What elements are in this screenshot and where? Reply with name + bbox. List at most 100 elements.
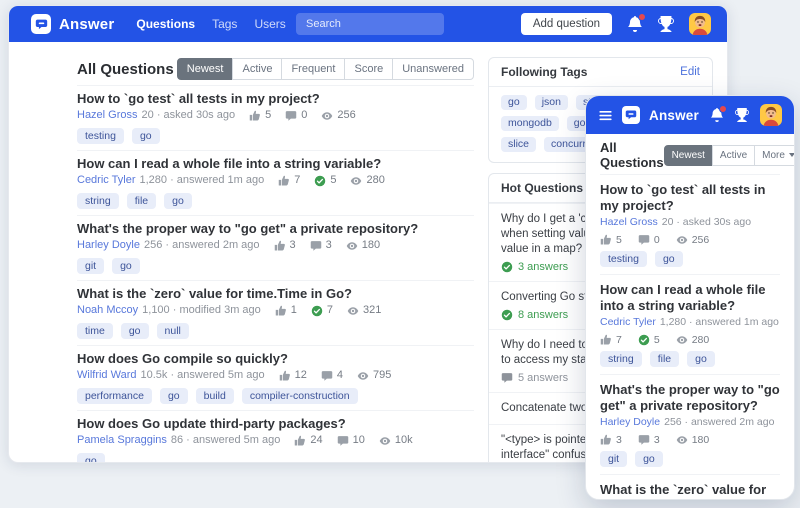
avatar[interactable] [760, 104, 782, 126]
filter-newest[interactable]: Newest [663, 144, 713, 166]
author-link[interactable]: Pamela Spraggins [77, 434, 167, 447]
author-link[interactable]: Noah Mccoy [77, 304, 138, 317]
answer-logo-icon[interactable] [31, 14, 51, 34]
tag-chip[interactable]: mongodb [501, 116, 559, 131]
comments-stat: 3 [638, 434, 660, 446]
check-circle-icon [638, 334, 650, 346]
question-title[interactable]: How can I read a whole file into a strin… [77, 157, 474, 171]
thumbs-up-icon [600, 334, 612, 346]
filter-active[interactable]: Active [711, 144, 756, 166]
trophy-icon[interactable] [735, 108, 749, 122]
trophy-icon[interactable] [658, 16, 674, 32]
author-link[interactable]: Harley Doyle [600, 416, 660, 428]
question-meta: 256 · answered 2m ago [664, 416, 775, 428]
thumbs-up-icon [294, 435, 306, 447]
tag-chip[interactable]: file [126, 193, 157, 209]
nav-link-users[interactable]: Users [254, 17, 285, 31]
question-title[interactable]: What is the `zero` value for time.Time i… [600, 482, 780, 499]
answer-logo-icon[interactable] [622, 106, 640, 124]
views-stat: 321 [347, 304, 381, 317]
tag-chip[interactable]: git [77, 258, 105, 274]
tag-chip[interactable]: string [77, 193, 119, 209]
question-title[interactable]: How to `go test` all tests in my project… [77, 92, 474, 106]
author-link[interactable]: Hazel Gross [77, 109, 138, 122]
tag-chip[interactable]: go [654, 251, 683, 267]
tag-chip[interactable]: time [77, 323, 113, 339]
tag-chip[interactable]: null [156, 323, 189, 339]
page-title: All Questions [600, 140, 664, 170]
author-link[interactable]: Harley Doyle [77, 239, 140, 252]
eye-icon [676, 334, 688, 346]
question-meta: 1,100 · modified 3m ago [142, 304, 261, 316]
search-input[interactable] [296, 13, 444, 35]
votes-stat: 1 [275, 304, 297, 317]
bell-icon[interactable] [627, 13, 646, 32]
filter-frequent[interactable]: Frequent [281, 58, 346, 80]
question-meta: 1,280 · answered 1m ago [139, 174, 265, 186]
tag-chip[interactable]: testing [600, 251, 647, 267]
tag-chip[interactable]: go [159, 388, 188, 404]
comment-icon [501, 372, 513, 384]
add-question-button[interactable]: Add question [520, 13, 612, 35]
tag-chip[interactable]: string [600, 351, 642, 367]
tag-chip[interactable]: go [635, 451, 663, 467]
tag-chip[interactable]: go [120, 323, 149, 339]
question-title[interactable]: How can I read a whole file into a strin… [600, 282, 780, 314]
mobile-window: Answer All Questions Newest Active More … [585, 95, 795, 500]
chevron-down-icon [788, 153, 794, 157]
filter-unanswered[interactable]: Unanswered [392, 58, 474, 80]
views-stat: 280 [350, 174, 385, 187]
tag-chip[interactable]: go [164, 193, 192, 209]
tag-chip[interactable]: go [131, 128, 160, 144]
tag-chip[interactable]: performance [77, 388, 152, 404]
tag-chip[interactable]: build [195, 388, 234, 404]
author-link[interactable]: Cedric Tyler [600, 316, 656, 328]
tag-chip[interactable]: testing [77, 128, 124, 144]
author-link[interactable]: Cedric Tyler [77, 174, 135, 187]
thumbs-up-icon [600, 434, 612, 446]
answers-stat: 7 [311, 304, 333, 317]
tag-chip[interactable]: slice [501, 137, 537, 152]
nav-link-questions[interactable]: Questions [136, 17, 195, 31]
question-title[interactable]: How does Go update third-party packages? [77, 417, 474, 431]
nav-link-tags[interactable]: Tags [212, 17, 237, 31]
tag-chip[interactable]: go [687, 351, 715, 367]
menu-icon[interactable] [598, 108, 613, 123]
page-title: All Questions [77, 60, 174, 78]
comments-stat: 0 [638, 234, 660, 246]
check-circle-icon [314, 175, 326, 187]
bell-icon[interactable] [710, 105, 727, 122]
thumbs-up-icon [600, 234, 612, 246]
views-stat: 795 [357, 369, 391, 382]
question-title[interactable]: What's the proper way to "go get" a priv… [600, 382, 780, 414]
filter-newest[interactable]: Newest [176, 58, 234, 80]
tag-chip[interactable]: file [649, 351, 680, 367]
author-link[interactable]: Hazel Gross [600, 216, 658, 228]
tag-chip[interactable]: json [534, 95, 568, 110]
filter-active[interactable]: Active [232, 58, 283, 80]
edit-tags-link[interactable]: Edit [680, 66, 700, 78]
brand-name[interactable]: Answer [649, 108, 699, 123]
notification-dot [638, 13, 646, 21]
filter-more[interactable]: More [754, 144, 794, 166]
question-title[interactable]: What is the `zero` value for time.Time i… [77, 287, 474, 301]
tag-chip[interactable]: go [77, 453, 105, 462]
tag-chip[interactable]: compiler-construction [241, 388, 358, 404]
question-title[interactable]: How to `go test` all tests in my project… [600, 182, 780, 214]
thumbs-up-icon [249, 110, 261, 122]
filter-score[interactable]: Score [344, 58, 394, 80]
check-circle-icon [311, 305, 323, 317]
tag-chip[interactable]: go [501, 95, 527, 110]
thumbs-up-icon [275, 305, 287, 317]
question-title[interactable]: What's the proper way to "go get" a priv… [77, 222, 474, 236]
question-title[interactable]: How does Go compile so quickly? [77, 352, 474, 366]
check-circle-icon [501, 309, 513, 321]
author-link[interactable]: Wilfrid Ward [77, 369, 136, 382]
brand-name[interactable]: Answer [59, 16, 114, 33]
tag-chip[interactable]: git [600, 451, 628, 467]
eye-icon [357, 370, 369, 382]
comments-stat: 4 [321, 369, 343, 382]
views-stat: 10k [379, 434, 413, 447]
tag-chip[interactable]: go [112, 258, 140, 274]
avatar[interactable] [689, 13, 711, 35]
